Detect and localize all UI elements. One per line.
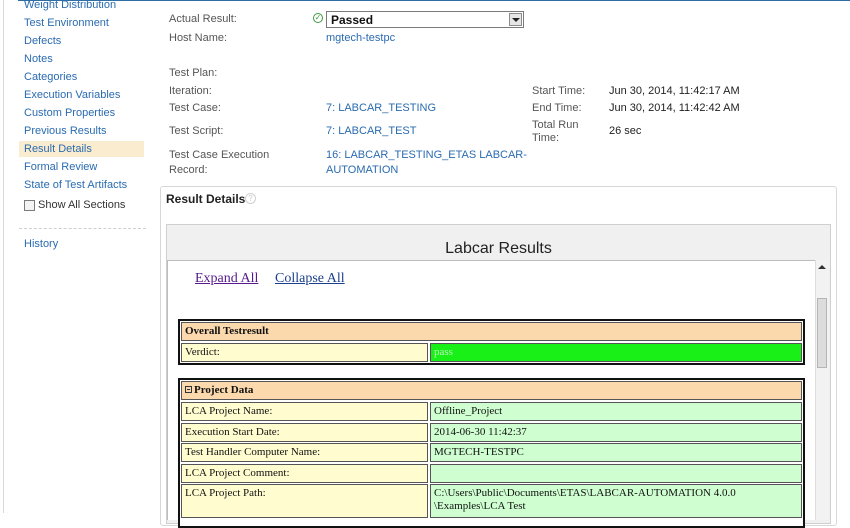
- sidebar-item-categories[interactable]: Categories: [24, 71, 77, 83]
- project-row-label: Test Handler Computer Name:: [181, 443, 428, 462]
- passed-check-icon: ✓: [313, 13, 323, 23]
- overall-testresult-header: Overall Testresult: [181, 322, 802, 341]
- chevron-down-icon[interactable]: [509, 13, 522, 26]
- host-name-value[interactable]: mgtech-testpc: [326, 31, 395, 46]
- verdict-value: pass: [430, 343, 802, 362]
- project-row-value: MGTECH-TESTPC: [430, 443, 802, 462]
- test-case-link[interactable]: 7: LABCAR_TESTING: [326, 101, 436, 116]
- collapse-minus-icon[interactable]: [185, 386, 192, 393]
- sidebar-item-notes[interactable]: Notes: [24, 53, 53, 65]
- sidebar-item-history[interactable]: History: [24, 238, 58, 250]
- sidebar-item-weight-distribution[interactable]: Weight Distribution: [24, 0, 116, 11]
- labcar-results-title: Labcar Results: [445, 240, 552, 257]
- sidebar-item-defects[interactable]: Defects: [24, 35, 61, 47]
- help-icon[interactable]: ?: [245, 193, 256, 204]
- test-case-label: Test Case:: [169, 102, 221, 114]
- sidebar-item-previous-results[interactable]: Previous Results: [24, 125, 107, 137]
- scrollbar-thumb[interactable]: [817, 298, 827, 368]
- tcer-link-line2[interactable]: AUTOMATION: [326, 163, 398, 178]
- project-row-value: 2014-06-30 11:42:37: [430, 423, 802, 442]
- show-all-label: Show All Sections: [38, 199, 126, 211]
- collapse-all-link[interactable]: Collapse All: [275, 271, 345, 287]
- project-row-label: LCA Project Comment:: [181, 464, 428, 483]
- show-all-sections[interactable]: Show All Sections: [24, 199, 125, 211]
- test-plan-label: Test Plan:: [169, 67, 218, 79]
- project-path-line2: \Examples\LCA Test: [434, 500, 526, 512]
- start-time-label: Start Time:: [532, 85, 586, 97]
- tcer-label-line1: Test Case Execution: [169, 149, 270, 161]
- total-run-label-line2: Time:: [532, 132, 560, 144]
- test-script-label: Test Script:: [169, 125, 224, 137]
- scroll-up-arrow-icon[interactable]: [815, 261, 829, 275]
- project-data-header[interactable]: Project Data: [181, 381, 802, 400]
- page-left-border: [3, 0, 4, 513]
- sidebar-item-test-environment[interactable]: Test Environment: [24, 17, 109, 29]
- sidebar-item-state-of-test-artifacts[interactable]: State of Test Artifacts: [24, 179, 127, 191]
- project-data-header-label: Project Data: [194, 384, 254, 396]
- verdict-label: Verdict:: [181, 343, 428, 362]
- iteration-label: Iteration:: [169, 85, 212, 97]
- project-row-label: Execution Start Date:: [181, 423, 428, 442]
- actual-result-value: Passed: [331, 13, 374, 27]
- sidebar-item-custom-properties[interactable]: Custom Properties: [24, 107, 115, 119]
- end-time-value: Jun 30, 2014, 11:42:42 AM: [609, 102, 740, 114]
- sidebar-divider: [19, 228, 146, 229]
- show-all-checkbox[interactable]: [24, 199, 35, 211]
- page-top-border: [18, 0, 850, 1]
- start-time-value: Jun 30, 2014, 11:42:17 AM: [609, 85, 740, 97]
- total-run-value: 26 sec: [609, 125, 642, 137]
- sidebar-item-result-details[interactable]: Result Details: [24, 143, 92, 155]
- expand-all-link[interactable]: Expand All: [195, 271, 258, 287]
- actual-result-select[interactable]: Passed: [326, 11, 524, 28]
- project-path-line1: C:\Users\Public\Documents\ETAS\LABCAR-AU…: [434, 487, 736, 499]
- host-name-label: Host Name:: [169, 32, 228, 44]
- actual-result-label: Actual Result:: [169, 13, 237, 25]
- sidebar-item-formal-review[interactable]: Formal Review: [24, 161, 97, 173]
- end-time-label: End Time:: [532, 102, 582, 114]
- project-row-label: LCA Project Name:: [181, 402, 428, 421]
- sidebar-item-execution-variables[interactable]: Execution Variables: [24, 89, 120, 101]
- project-row-value: Offline_Project: [430, 402, 802, 421]
- tcer-label-line2: Record:: [169, 164, 208, 176]
- result-details-title: Result Details: [166, 192, 246, 206]
- project-row-value: [430, 464, 802, 483]
- tcer-link-line1[interactable]: 16: LABCAR_TESTING_ETAS LABCAR-: [326, 148, 527, 163]
- test-script-link[interactable]: 7: LABCAR_TEST: [326, 124, 416, 139]
